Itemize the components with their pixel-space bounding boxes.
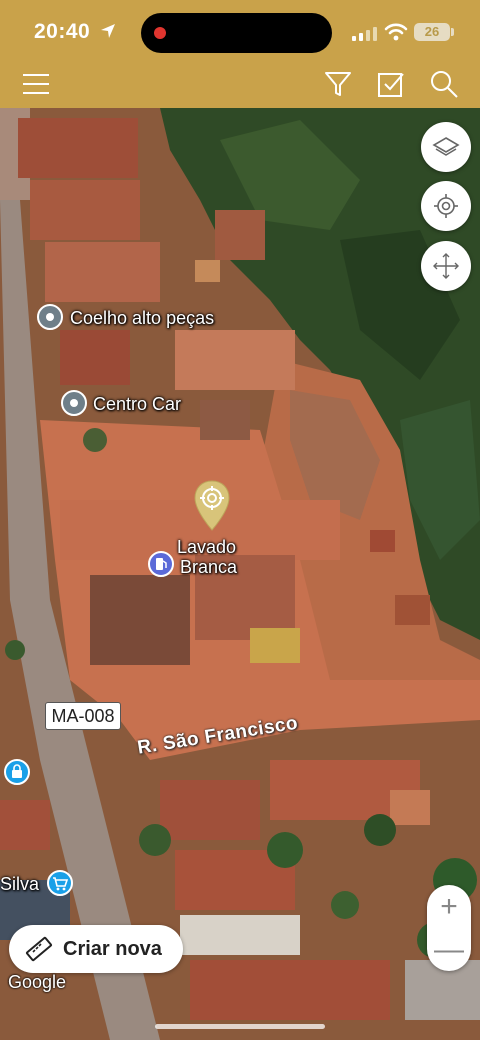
- menu-button[interactable]: [20, 68, 52, 100]
- zoom-out-button[interactable]: —: [427, 928, 471, 971]
- search-button[interactable]: [428, 68, 460, 100]
- wifi-icon: [384, 23, 408, 41]
- zoom-control: + —: [427, 885, 471, 971]
- poi-label-lavado-line2[interactable]: Branca: [180, 557, 237, 578]
- selected-location-pin-icon[interactable]: [193, 480, 231, 532]
- signal-icon: [352, 27, 377, 41]
- dynamic-island: [141, 13, 332, 53]
- poi-label-coelho[interactable]: Coelho alto peças: [70, 308, 214, 329]
- location-arrow-icon: [101, 24, 115, 38]
- app-header: 20:40 26: [0, 0, 480, 108]
- layers-icon: [432, 137, 460, 156]
- create-new-label: Criar nova: [63, 938, 162, 960]
- my-location-icon: [434, 194, 458, 218]
- app-screen: Coelho alto peças Centro Car Lavado Bran…: [0, 0, 480, 1040]
- battery-tip: [451, 28, 454, 36]
- menu-icon: [23, 74, 49, 94]
- battery-indicator: 26: [414, 23, 450, 41]
- layers-button[interactable]: [421, 122, 471, 172]
- road-number-badge: MA-008: [45, 702, 121, 730]
- checkbox-icon: [378, 73, 404, 97]
- recording-indicator-icon: [154, 27, 166, 39]
- home-indicator[interactable]: [155, 1024, 325, 1029]
- checklist-button[interactable]: [375, 68, 407, 100]
- shopping-bag-pin-icon[interactable]: [4, 759, 30, 785]
- shopping-cart-pin-icon[interactable]: [47, 870, 73, 896]
- poi-label-silva[interactable]: Silva: [0, 874, 39, 895]
- gas-station-pin-icon[interactable]: [148, 551, 174, 577]
- status-bar: 20:40 26: [0, 0, 480, 62]
- my-location-button[interactable]: [421, 181, 471, 231]
- search-icon: [431, 71, 458, 98]
- poi-label-lavado-line1[interactable]: Lavado: [177, 537, 236, 558]
- map-view[interactable]: [0, 108, 480, 1040]
- satellite-imagery: [0, 108, 480, 1040]
- poi-label-centro-car[interactable]: Centro Car: [93, 394, 181, 415]
- move-button[interactable]: [421, 241, 471, 291]
- zoom-in-button[interactable]: +: [427, 885, 471, 928]
- poi-pin-icon[interactable]: [61, 390, 87, 416]
- filter-button[interactable]: [322, 68, 354, 100]
- status-time: 20:40: [34, 20, 91, 43]
- move-icon: [433, 253, 459, 279]
- poi-pin-icon[interactable]: [37, 304, 63, 330]
- google-attribution: Google: [8, 972, 67, 992]
- create-new-button[interactable]: Criar nova: [9, 925, 183, 973]
- ruler-icon: [26, 936, 52, 962]
- filter-icon: [325, 72, 351, 96]
